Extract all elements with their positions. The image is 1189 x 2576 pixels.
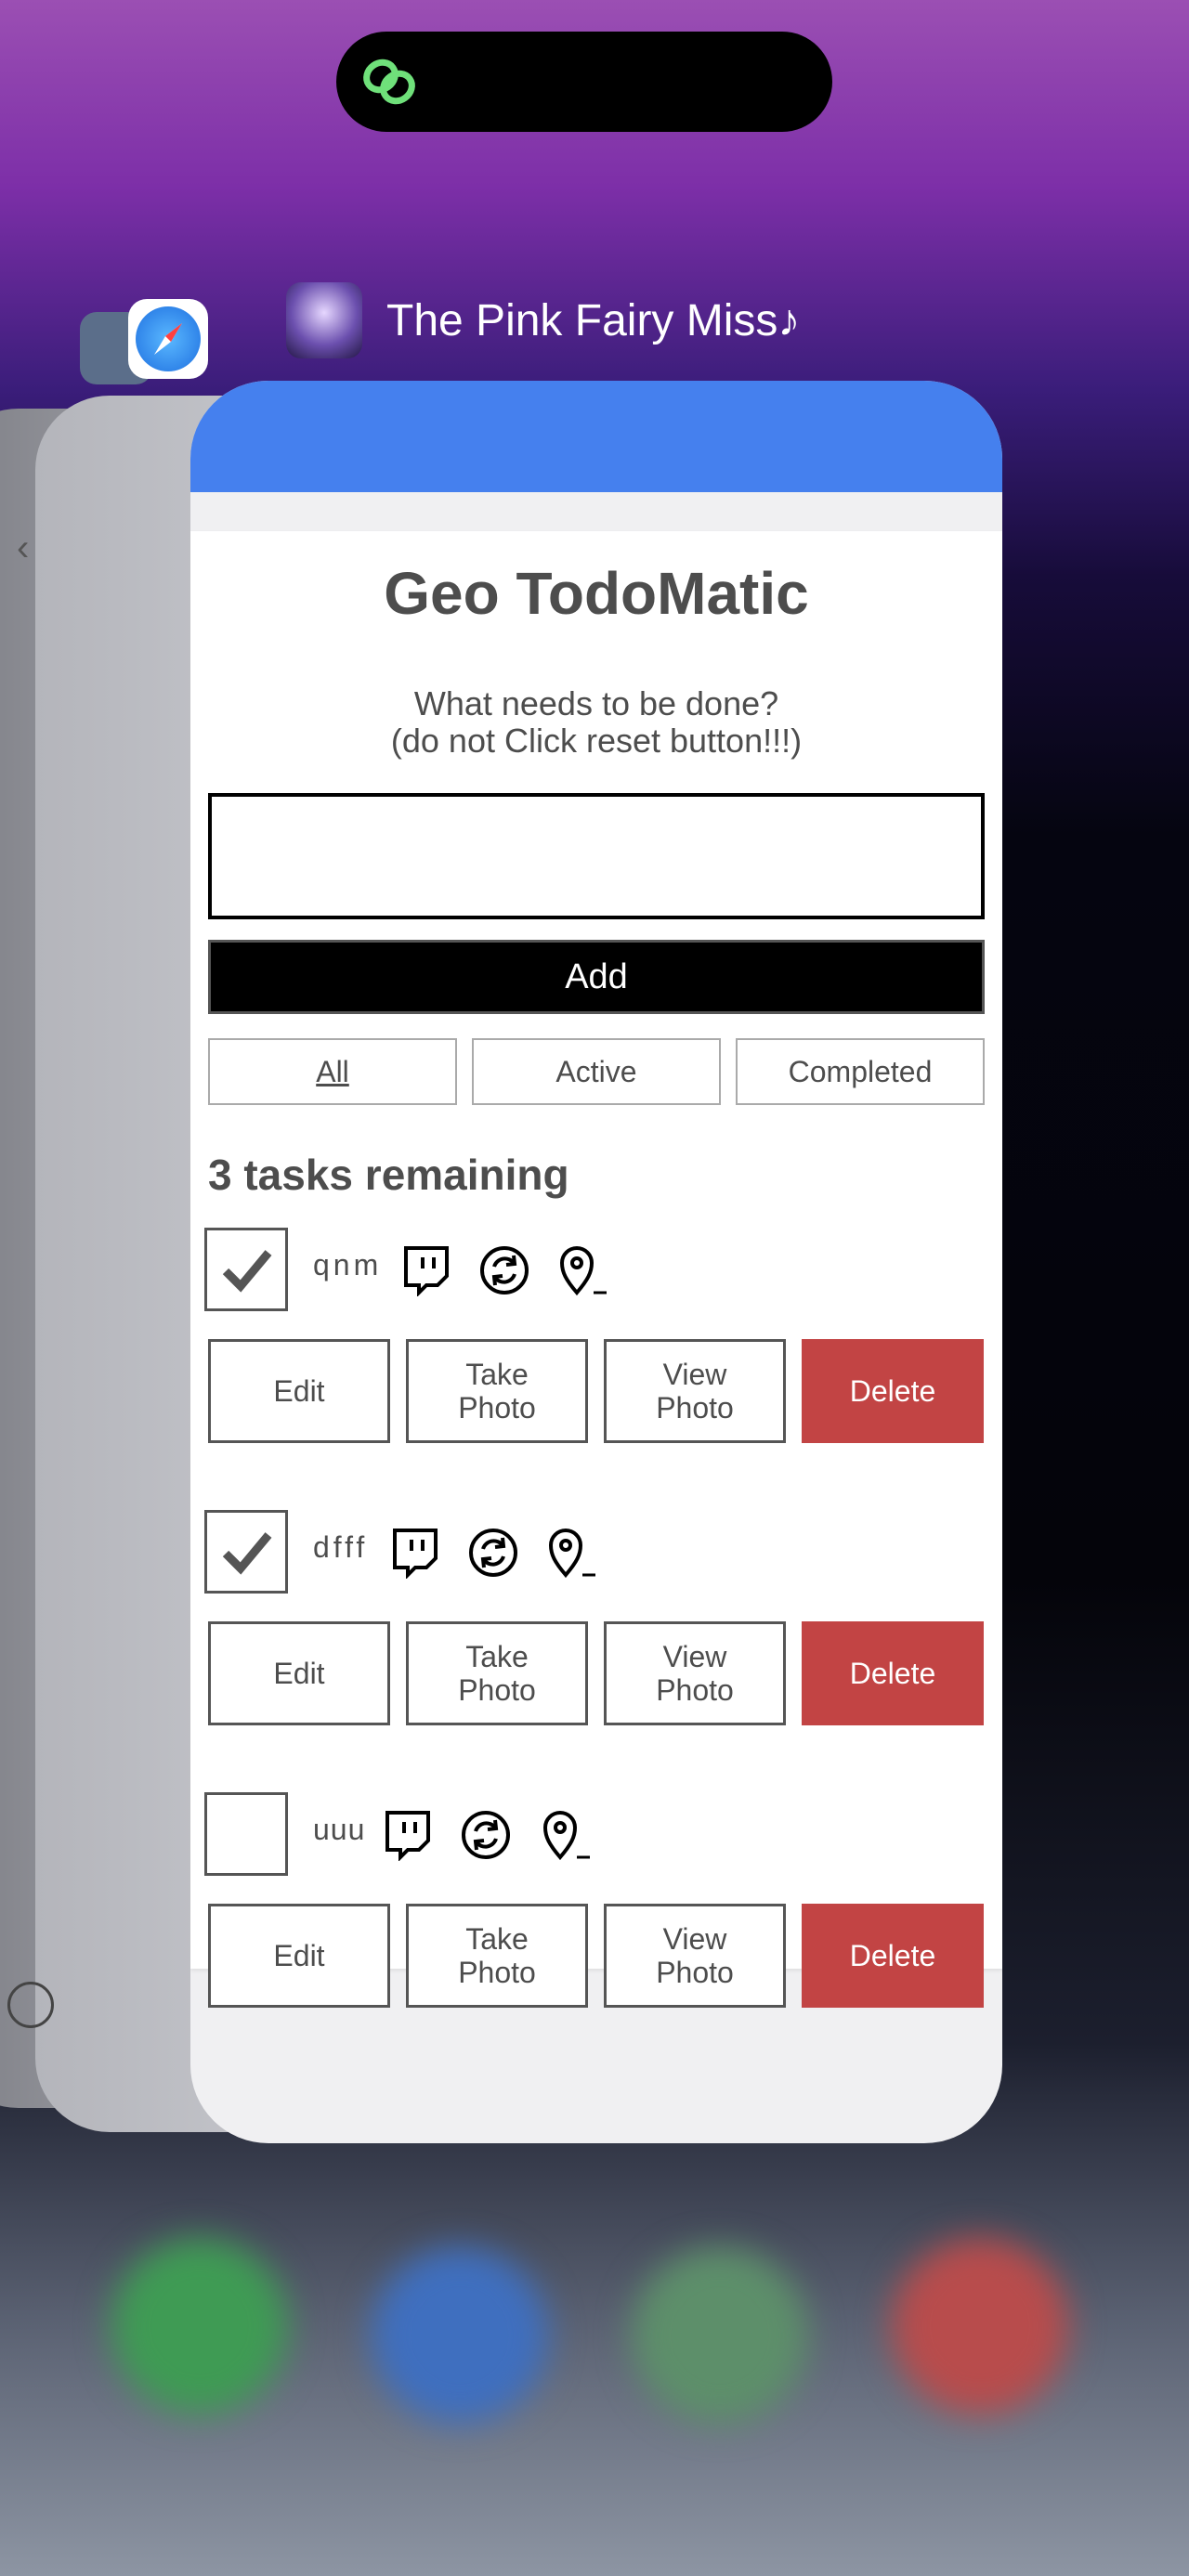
dock-app-icon xyxy=(111,2238,288,2414)
view-photo-button[interactable]: View Photo xyxy=(604,1904,786,2008)
chat-icon[interactable] xyxy=(382,1809,434,1861)
refresh-icon[interactable] xyxy=(478,1244,530,1296)
filter-all-label: All xyxy=(316,1055,349,1088)
refresh-icon[interactable] xyxy=(467,1527,519,1579)
instruction-line-1: What needs to be done? xyxy=(413,684,779,722)
todo-label[interactable]: qnm xyxy=(313,1248,382,1282)
todo-app: Geo TodoMatic What needs to be done? (do… xyxy=(190,531,1002,2008)
todo-label[interactable]: uuu xyxy=(313,1813,365,1847)
location-pin-icon[interactable] xyxy=(542,1809,594,1861)
app-title: The Pink Fairy Miss♪ xyxy=(386,295,801,345)
location-pin-icon[interactable] xyxy=(558,1244,610,1296)
browser-top-bar xyxy=(190,381,1002,492)
delete-button[interactable]: Delete xyxy=(802,1339,984,1443)
delete-button[interactable]: Delete xyxy=(802,1621,984,1725)
dynamic-island xyxy=(336,32,832,132)
todo-item: qnm Edit Take Photo View Photo Delete xyxy=(190,1228,1002,1469)
todo-checkbox[interactable] xyxy=(204,1792,288,1876)
filter-completed-button[interactable]: Completed xyxy=(736,1038,985,1105)
checkmark-icon xyxy=(222,1532,272,1575)
checkmark-icon xyxy=(222,1250,272,1293)
add-button[interactable]: Add xyxy=(208,940,985,1014)
chat-icon[interactable] xyxy=(389,1527,441,1579)
refresh-icon[interactable] xyxy=(460,1809,512,1861)
back-chevron-icon: ‹ xyxy=(17,527,30,568)
new-task-input[interactable] xyxy=(208,793,985,919)
edit-button[interactable]: Edit xyxy=(208,1621,390,1725)
dock-app-icon xyxy=(372,2247,548,2424)
chat-icon[interactable] xyxy=(400,1244,452,1296)
audio-icon xyxy=(7,1982,54,2028)
todo-item: dfff Edit Take Photo View Photo Delete xyxy=(190,1510,1002,1751)
filter-all-button[interactable]: All xyxy=(208,1038,457,1105)
take-photo-button[interactable]: Take Photo xyxy=(406,1904,588,2008)
todo-checkbox[interactable] xyxy=(204,1510,288,1594)
dock-app-icon xyxy=(892,2238,1068,2414)
instructions: What needs to be done? (do not Click res… xyxy=(190,685,1002,760)
page-title: Geo TodoMatic xyxy=(384,560,809,627)
link-icon xyxy=(363,59,415,105)
edit-button[interactable]: Edit xyxy=(208,1904,390,2008)
edit-button[interactable]: Edit xyxy=(208,1339,390,1443)
todo-label[interactable]: dfff xyxy=(313,1530,368,1565)
location-pin-icon[interactable] xyxy=(547,1527,599,1579)
take-photo-button[interactable]: Take Photo xyxy=(406,1621,588,1725)
safari-icon[interactable] xyxy=(128,299,208,379)
app-card[interactable]: Geo TodoMatic What needs to be done? (do… xyxy=(190,381,1002,2143)
app-switcher-header[interactable]: The Pink Fairy Miss♪ xyxy=(286,282,800,358)
todo-item: uuu Edit Take Photo View Photo Delete xyxy=(190,1792,1002,2034)
todo-checkbox[interactable] xyxy=(204,1228,288,1311)
filter-active-button[interactable]: Active xyxy=(472,1038,721,1105)
tasks-remaining-heading: 3 tasks remaining xyxy=(208,1151,569,1199)
delete-button[interactable]: Delete xyxy=(802,1904,984,2008)
take-photo-button[interactable]: Take Photo xyxy=(406,1339,588,1443)
instruction-line-2: (do not Click reset button!!!) xyxy=(390,722,803,760)
dock-app-icon xyxy=(632,2247,808,2424)
view-photo-button[interactable]: View Photo xyxy=(604,1339,786,1443)
view-photo-button[interactable]: View Photo xyxy=(604,1621,786,1725)
app-thumbnail-icon xyxy=(286,282,362,358)
